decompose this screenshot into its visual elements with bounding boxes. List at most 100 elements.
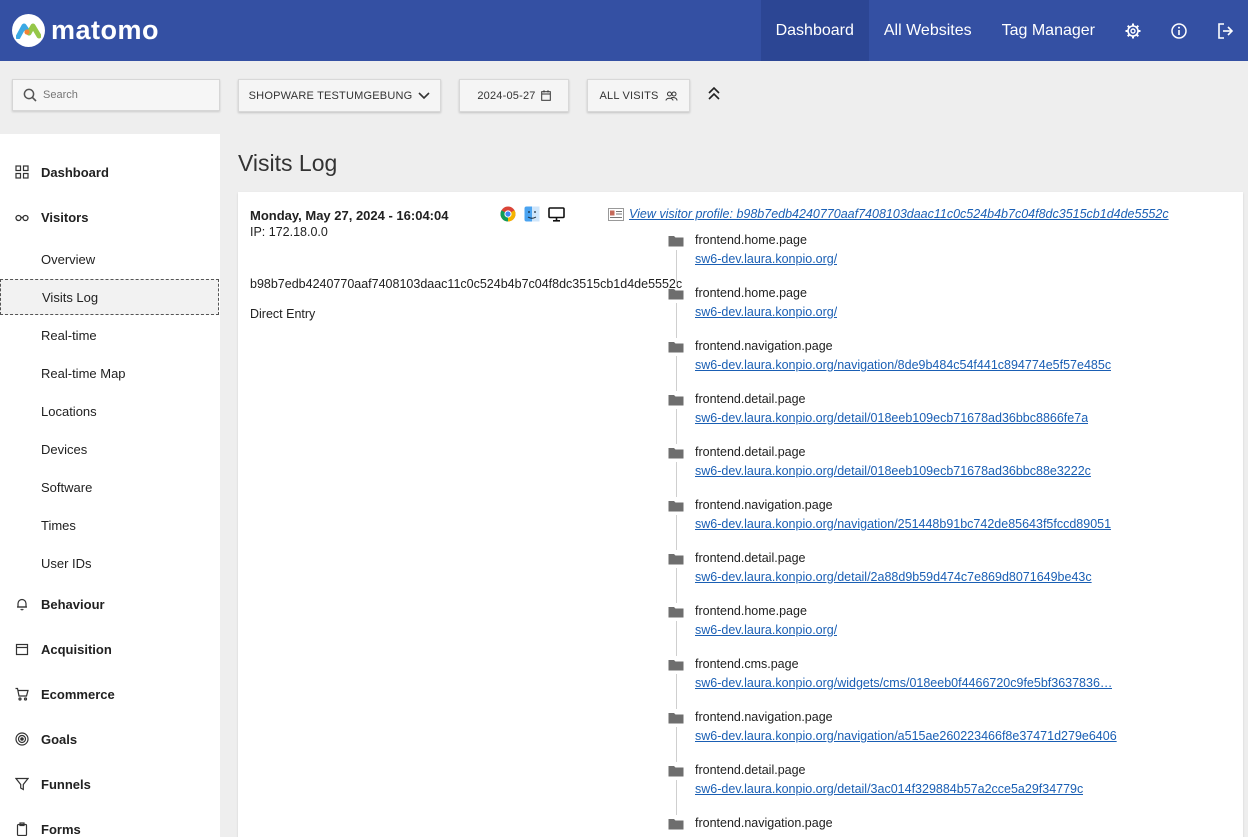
nav-dashboard[interactable]: Dashboard xyxy=(760,0,869,61)
folder-icon xyxy=(668,766,684,777)
brand-name: matomo xyxy=(51,14,160,45)
folder-icon xyxy=(668,395,684,406)
info-icon[interactable] xyxy=(1156,0,1202,61)
visitor-profile-link-text[interactable]: View visitor profile: b98b7edb4240770aaf… xyxy=(629,207,1169,221)
visitor-profile-link[interactable]: View visitor profile: b98b7edb4240770aaf… xyxy=(608,207,1169,221)
sidebar-item-overview[interactable]: Overview xyxy=(0,241,219,277)
sidebar-item-times[interactable]: Times xyxy=(0,507,219,543)
visit-action: frontend.navigation.page sw6-dev.laura.k… xyxy=(668,709,1238,762)
segment-selector[interactable]: ALL VISITS xyxy=(587,79,690,112)
action-url-link[interactable]: sw6-dev.laura.konpio.org/detail/2a88d9b5… xyxy=(695,570,1092,584)
sidebar-item-devices[interactable]: Devices xyxy=(0,431,219,467)
folder-icon xyxy=(668,819,684,830)
cart-icon xyxy=(15,687,29,701)
search-box[interactable] xyxy=(12,79,220,111)
collapse-icon[interactable] xyxy=(704,84,724,104)
sidebar-cat-dashboard[interactable]: Dashboard xyxy=(0,157,220,187)
clipboard-icon xyxy=(16,822,28,836)
sidebar-cat-funnels[interactable]: Funnels xyxy=(0,769,220,799)
top-nav: Dashboard All Websites Tag Manager xyxy=(760,0,1248,61)
action-name: frontend.detail.page xyxy=(695,445,806,459)
folder-icon xyxy=(668,342,684,353)
sidebar-item-locations[interactable]: Locations xyxy=(0,393,219,429)
visit-ip: IP: 172.18.0.0 xyxy=(250,225,328,239)
action-name: frontend.cms.page xyxy=(695,657,799,671)
sidebar-cat-label: Forms xyxy=(41,821,81,837)
visit-action: frontend.cms.page sw6-dev.laura.konpio.o… xyxy=(668,656,1238,709)
sidebar-cat-ecommerce[interactable]: Ecommerce xyxy=(0,679,220,709)
action-url-link[interactable]: sw6-dev.laura.konpio.org/widgets/cms/018… xyxy=(695,676,1112,690)
folder-icon xyxy=(668,236,684,247)
visit-action: frontend.home.page sw6-dev.laura.konpio.… xyxy=(668,603,1238,656)
action-name: frontend.navigation.page xyxy=(695,339,833,353)
visit-action: frontend.home.page sw6-dev.laura.konpio.… xyxy=(668,232,1238,285)
action-connector xyxy=(676,515,677,550)
action-connector xyxy=(676,568,677,603)
matomo-logo-icon xyxy=(12,13,45,47)
action-connector xyxy=(676,303,677,338)
sidebar-item-real-time[interactable]: Real-time xyxy=(0,317,219,353)
visit-action: frontend.home.page sw6-dev.laura.konpio.… xyxy=(668,285,1238,338)
sidebar-item-real-time-map[interactable]: Real-time Map xyxy=(0,355,219,391)
gear-icon[interactable] xyxy=(1110,0,1156,61)
folder-icon xyxy=(668,554,684,565)
action-url-link[interactable]: sw6-dev.laura.konpio.org/navigation/8de9… xyxy=(695,358,1111,372)
visit-action: frontend.detail.page sw6-dev.laura.konpi… xyxy=(668,550,1238,603)
sidebar-cat-label: Ecommerce xyxy=(41,686,115,702)
action-name: frontend.navigation.page xyxy=(695,710,833,724)
sidebar-cat-behaviour[interactable]: Behaviour xyxy=(0,589,220,619)
nav-tag-manager[interactable]: Tag Manager xyxy=(987,0,1110,61)
visit-action: frontend.navigation.page sw6-dev.laura.k… xyxy=(668,497,1238,550)
glasses-icon xyxy=(15,214,29,222)
visit-referrer: Direct Entry xyxy=(250,307,316,321)
sidebar-cat-label: Behaviour xyxy=(41,596,105,612)
desktop-icon xyxy=(548,206,565,222)
page-title: Visits Log xyxy=(238,150,338,176)
profile-card-icon xyxy=(608,207,624,221)
chrome-icon xyxy=(500,206,516,222)
action-url-link[interactable]: sw6-dev.laura.konpio.org/navigation/a515… xyxy=(695,729,1117,743)
visit-action: frontend.detail.page sw6-dev.laura.konpi… xyxy=(668,762,1238,815)
sidebar-item-visits-log[interactable]: Visits Log xyxy=(0,279,219,315)
calendar-icon xyxy=(15,643,29,656)
visit-action: frontend.detail.page sw6-dev.laura.konpi… xyxy=(668,444,1238,497)
action-url-link[interactable]: sw6-dev.laura.konpio.org/detail/018eeb10… xyxy=(695,464,1091,478)
action-url-link[interactable]: sw6-dev.laura.konpio.org/ xyxy=(695,305,837,319)
action-connector xyxy=(676,356,677,391)
sidebar: Dashboard Visitors Overview Visits Log R… xyxy=(0,134,220,837)
matomo-logo[interactable]: matomo xyxy=(12,13,159,47)
search-input[interactable] xyxy=(43,89,203,101)
bell-icon xyxy=(17,598,27,611)
sidebar-item-software[interactable]: Software xyxy=(0,469,219,505)
action-connector xyxy=(676,409,677,444)
action-name: frontend.navigation.page xyxy=(695,816,833,830)
sidebar-cat-acquisition[interactable]: Acquisition xyxy=(0,634,220,664)
site-selector-label: SHOPWARE TESTUMGEBUNG xyxy=(248,89,413,102)
site-selector[interactable]: SHOPWARE TESTUMGEBUNG xyxy=(238,79,441,112)
action-name: frontend.detail.page xyxy=(695,551,806,565)
logout-icon[interactable] xyxy=(1202,0,1248,61)
action-url-link[interactable]: sw6-dev.laura.konpio.org/ xyxy=(695,252,837,266)
sidebar-cat-goals[interactable]: Goals xyxy=(0,724,220,754)
sidebar-cat-visitors[interactable]: Visitors xyxy=(0,202,220,232)
action-url-link[interactable]: sw6-dev.laura.konpio.org/ xyxy=(695,623,837,637)
action-connector xyxy=(676,674,677,709)
action-name: frontend.home.page xyxy=(695,233,807,247)
action-connector xyxy=(676,250,677,285)
action-url-link[interactable]: sw6-dev.laura.konpio.org/navigation/2514… xyxy=(695,517,1111,531)
visitor-id: b98b7edb4240770aaf7408103daac11c0c524b4b… xyxy=(250,277,683,291)
action-connector xyxy=(676,462,677,497)
action-url-link[interactable]: sw6-dev.laura.konpio.org/detail/018eeb10… xyxy=(695,411,1088,425)
segment-selector-label: ALL VISITS xyxy=(599,89,659,102)
sidebar-item-user-ids[interactable]: User IDs xyxy=(0,545,219,581)
visit-action: frontend.detail.page sw6-dev.laura.konpi… xyxy=(668,391,1238,444)
nav-all-websites[interactable]: All Websites xyxy=(869,0,987,61)
sidebar-cat-forms[interactable]: Forms xyxy=(0,814,220,837)
visit-device-icons xyxy=(500,206,565,222)
folder-icon xyxy=(668,289,684,300)
action-url-link[interactable]: sw6-dev.laura.konpio.org/detail/3ac014f3… xyxy=(695,782,1083,796)
top-bar: matomo Dashboard All Websites Tag Manage… xyxy=(0,0,1248,61)
date-selector[interactable]: 2024-05-27 xyxy=(459,79,569,112)
action-name: frontend.navigation.page xyxy=(695,498,833,512)
sidebar-cat-label: Acquisition xyxy=(41,641,112,657)
